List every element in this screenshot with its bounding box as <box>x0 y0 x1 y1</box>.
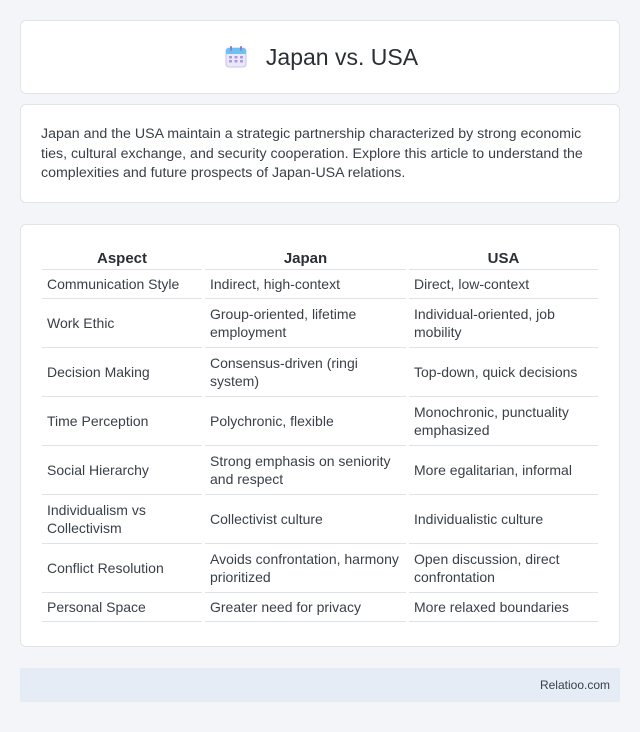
column-header-usa: USA <box>409 244 598 270</box>
japan-cell: Group-oriented, lifetime employment <box>205 299 406 348</box>
aspect-cell: Time Perception <box>42 397 202 446</box>
table-row: Social Hierarchy Strong emphasis on seni… <box>42 446 598 495</box>
table-header-row: Aspect Japan USA <box>42 244 598 270</box>
intro-text: Japan and the USA maintain a strategic p… <box>41 126 583 181</box>
usa-cell: More relaxed boundaries <box>409 593 598 622</box>
usa-cell: Monochronic, punctuality emphasized <box>409 397 598 446</box>
japan-cell: Strong emphasis on seniority and respect <box>205 446 406 495</box>
table-row: Personal Space Greater need for privacy … <box>42 593 598 622</box>
usa-cell: Open discussion, direct confrontation <box>409 544 598 593</box>
japan-cell: Avoids confrontation, harmony prioritize… <box>205 544 406 593</box>
table-row: Individualism vs Collectivism Collectivi… <box>42 495 598 544</box>
japan-cell: Consensus-driven (ringi system) <box>205 348 406 397</box>
footer: Relatioo.com <box>20 668 620 702</box>
table-row: Decision Making Consensus-driven (ringi … <box>42 348 598 397</box>
aspect-cell: Conflict Resolution <box>42 544 202 593</box>
table-row: Conflict Resolution Avoids confrontation… <box>42 544 598 593</box>
aspect-cell: Social Hierarchy <box>42 446 202 495</box>
table-row: Time Perception Polychronic, flexible Mo… <box>42 397 598 446</box>
usa-cell: More egalitarian, informal <box>409 446 598 495</box>
aspect-cell: Decision Making <box>42 348 202 397</box>
usa-cell: Individual-oriented, job mobility <box>409 299 598 348</box>
usa-cell: Top-down, quick decisions <box>409 348 598 397</box>
aspect-cell: Communication Style <box>42 270 202 299</box>
table-row: Communication Style Indirect, high-conte… <box>42 270 598 299</box>
title-card: Japan vs. USA <box>20 20 620 94</box>
japan-cell: Indirect, high-context <box>205 270 406 299</box>
comparison-table: Aspect Japan USA Communication Style Ind… <box>39 244 601 622</box>
column-header-aspect: Aspect <box>42 244 202 270</box>
aspect-cell: Work Ethic <box>42 299 202 348</box>
japan-cell: Collectivist culture <box>205 495 406 544</box>
aspect-cell: Individualism vs Collectivism <box>42 495 202 544</box>
japan-cell: Greater need for privacy <box>205 593 406 622</box>
comparison-table-card: Aspect Japan USA Communication Style Ind… <box>20 224 620 647</box>
calendar-icon <box>222 43 250 71</box>
usa-cell: Direct, low-context <box>409 270 598 299</box>
footer-brand: Relatioo.com <box>539 678 610 692</box>
column-header-japan: Japan <box>205 244 406 270</box>
table-row: Work Ethic Group-oriented, lifetime empl… <box>42 299 598 348</box>
page-title: Japan vs. USA <box>265 43 419 70</box>
japan-cell: Polychronic, flexible <box>205 397 406 446</box>
usa-cell: Individualistic culture <box>409 495 598 544</box>
intro-card: Japan and the USA maintain a strategic p… <box>20 104 620 203</box>
aspect-cell: Personal Space <box>42 593 202 622</box>
